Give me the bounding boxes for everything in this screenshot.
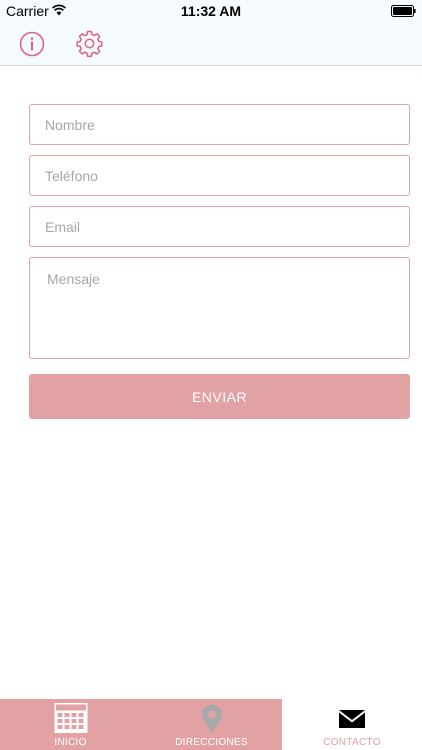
message-textarea[interactable] bbox=[29, 257, 410, 359]
email-input[interactable] bbox=[29, 206, 410, 247]
status-time: 11:32 AM bbox=[180, 3, 242, 19]
tab-inicio[interactable]: INICIO bbox=[0, 699, 141, 750]
phone-input[interactable] bbox=[29, 155, 410, 196]
calendar-icon bbox=[54, 703, 87, 733]
info-icon[interactable] bbox=[19, 31, 45, 57]
gear-icon[interactable] bbox=[76, 30, 103, 57]
envelope-icon bbox=[339, 710, 365, 728]
status-bar: Carrier 11:32 AM bbox=[0, 0, 422, 22]
map-pin-icon bbox=[201, 704, 222, 733]
name-input[interactable] bbox=[29, 104, 410, 145]
tab-contacto[interactable]: CONTACTO bbox=[282, 699, 422, 750]
tab-direcciones[interactable]: DIRECCIONES bbox=[141, 699, 282, 750]
send-button[interactable]: ENVIAR bbox=[29, 374, 410, 419]
battery-icon bbox=[391, 5, 416, 17]
tab-bar: INICIO DIRECCIONES CONTACTO bbox=[0, 699, 422, 750]
tab-label-contacto: CONTACTO bbox=[323, 737, 381, 748]
tab-label-direcciones: DIRECCIONES bbox=[175, 737, 248, 748]
nav-bar bbox=[0, 22, 422, 66]
tab-label-inicio: INICIO bbox=[54, 737, 87, 748]
contact-screen: Carrier 11:32 AM Nombre Teléfono Email M… bbox=[0, 0, 422, 750]
